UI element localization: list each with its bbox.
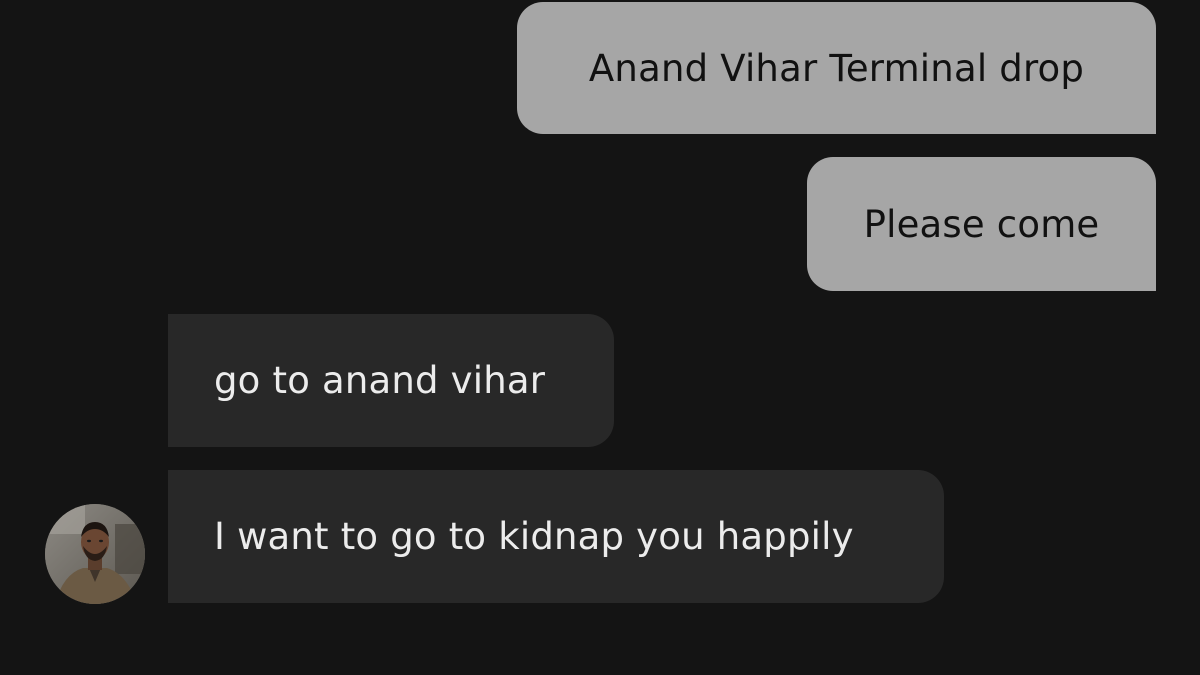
message-text: I want to go to kidnap you happily <box>214 515 854 558</box>
chat-thread: Anand Vihar Terminal drop Please come go… <box>0 0 1200 675</box>
outgoing-message[interactable]: Please come <box>807 157 1156 291</box>
avatar-photo-icon <box>45 504 145 604</box>
message-text: Anand Vihar Terminal drop <box>588 46 1085 90</box>
message-text: go to anand vihar <box>214 359 546 402</box>
incoming-message[interactable]: I want to go to kidnap you happily <box>168 470 944 603</box>
incoming-message[interactable]: go to anand vihar <box>168 314 614 447</box>
sender-avatar[interactable] <box>45 504 145 604</box>
outgoing-message[interactable]: Anand Vihar Terminal drop <box>517 2 1156 134</box>
message-text: Please come <box>863 202 1100 246</box>
